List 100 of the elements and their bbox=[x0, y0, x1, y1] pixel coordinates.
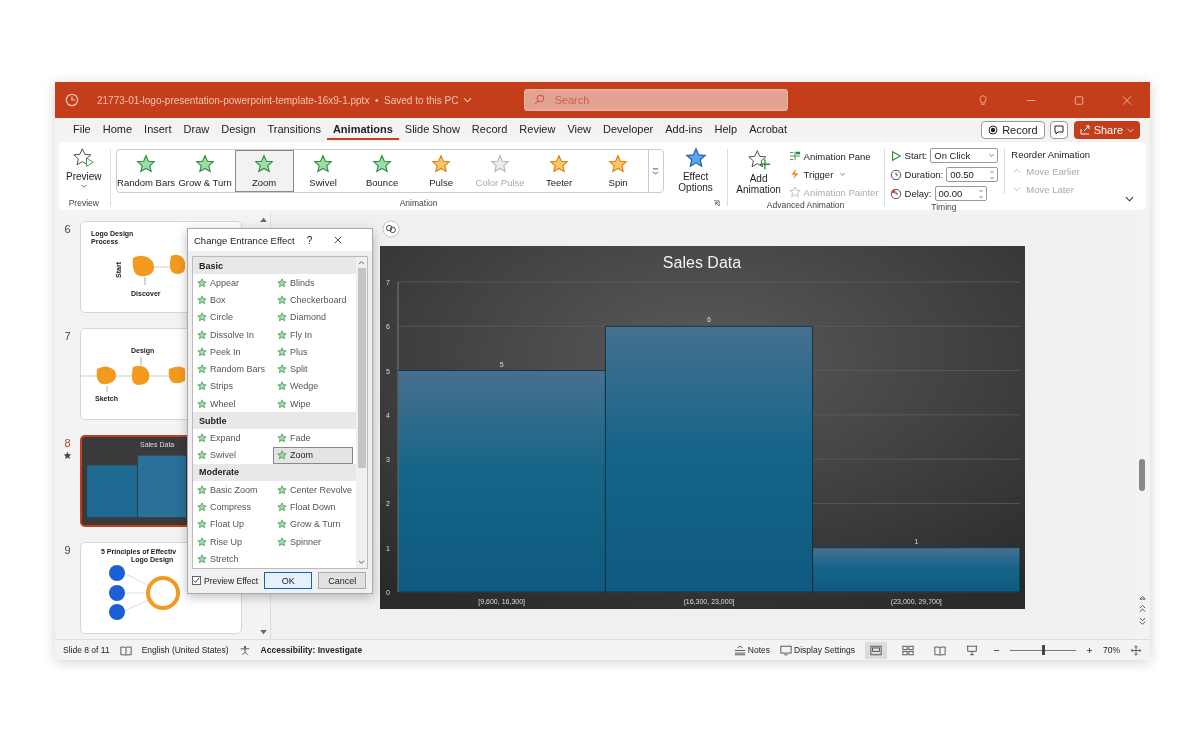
menu-tab[interactable]: Developer bbox=[597, 120, 660, 140]
scroll-up-icon[interactable] bbox=[358, 260, 365, 265]
menu-tab[interactable]: Animations bbox=[326, 120, 399, 140]
preview-button[interactable]: Preview bbox=[63, 145, 105, 191]
star-icon bbox=[548, 154, 571, 174]
animation-option[interactable]: Teeter bbox=[529, 150, 589, 192]
more-icon bbox=[652, 166, 660, 176]
menu-tab[interactable]: Add-ins bbox=[659, 120, 709, 140]
duration-spinner[interactable]: 00.50 bbox=[946, 167, 999, 182]
checkbox-icon bbox=[192, 576, 201, 585]
slide-navigation-icon[interactable] bbox=[1138, 593, 1147, 625]
fit-to-window-icon[interactable] bbox=[1130, 644, 1142, 656]
star-icon bbox=[607, 154, 630, 174]
star-icon bbox=[788, 186, 801, 198]
book-icon[interactable] bbox=[119, 644, 132, 656]
effect-item[interactable]: Center Revolve bbox=[273, 480, 353, 499]
animation-option[interactable]: Random Bars bbox=[116, 150, 176, 192]
lightbulb-icon[interactable] bbox=[978, 94, 988, 106]
animation-option[interactable]: Pulse bbox=[411, 150, 471, 192]
menu-tab[interactable]: File bbox=[67, 120, 97, 140]
star-icon bbox=[197, 277, 207, 288]
accessibility-icon[interactable] bbox=[238, 644, 251, 656]
effect-item[interactable]: Grow & Turn bbox=[273, 515, 353, 533]
dialog-launcher-icon[interactable] bbox=[712, 200, 720, 207]
menu-tab[interactable]: Acrobat bbox=[743, 120, 794, 140]
comment-button[interactable] bbox=[1049, 121, 1068, 139]
search-icon bbox=[534, 94, 546, 105]
collapse-ribbon-icon[interactable] bbox=[1125, 196, 1134, 202]
zoom-slider[interactable] bbox=[1010, 644, 1076, 656]
animation-option[interactable]: Bounce bbox=[352, 150, 412, 192]
notes-button[interactable]: Notes bbox=[733, 644, 771, 656]
animation-pane-icon bbox=[788, 150, 801, 162]
animation-option[interactable]: Swivel bbox=[293, 150, 353, 192]
scroll-up-icon[interactable] bbox=[259, 217, 267, 222]
scroll-thumb[interactable] bbox=[1139, 459, 1145, 491]
effect-item[interactable]: Diamond bbox=[273, 308, 353, 326]
effect-item[interactable]: Spinner bbox=[273, 532, 353, 551]
animation-option[interactable]: Spin bbox=[588, 150, 648, 192]
effect-item[interactable]: Split bbox=[273, 360, 353, 378]
animation-option[interactable]: Zoom bbox=[234, 150, 294, 192]
normal-view-button[interactable] bbox=[865, 641, 887, 659]
zoom-slider-thumb[interactable] bbox=[1042, 645, 1045, 655]
group-title: Reorder Animation bbox=[1011, 149, 1090, 160]
accessibility-status[interactable]: Accessibility: Investigate bbox=[260, 645, 363, 655]
menu-tab[interactable]: Design bbox=[215, 120, 262, 140]
effect-item[interactable]: Checkerboard bbox=[273, 291, 353, 309]
menu-tab[interactable]: Review bbox=[513, 120, 562, 140]
normal-view-icon bbox=[870, 644, 882, 656]
effect-item[interactable]: Fade bbox=[273, 429, 353, 447]
scroll-thumb[interactable] bbox=[357, 268, 366, 468]
ribbon-button[interactable]: Trigger bbox=[788, 166, 879, 182]
menu-tab[interactable]: Slide Show bbox=[398, 120, 466, 140]
scroll-down-icon[interactable] bbox=[358, 560, 365, 565]
menu-tab[interactable]: Draw bbox=[177, 120, 216, 140]
scrollbar[interactable] bbox=[356, 257, 367, 568]
effect-item[interactable]: Plus bbox=[273, 343, 353, 361]
zoom-in-icon[interactable] bbox=[1086, 646, 1093, 654]
star-icon bbox=[277, 536, 287, 547]
search-field[interactable]: Search bbox=[524, 89, 789, 111]
menu-tab[interactable]: Help bbox=[708, 120, 744, 140]
effect-item[interactable]: Float Down bbox=[273, 498, 353, 516]
section-header: Moderate bbox=[193, 463, 356, 481]
cancel-button[interactable]: Cancel bbox=[318, 572, 367, 589]
star-icon bbox=[277, 450, 287, 461]
effect-item[interactable]: Wedge bbox=[273, 377, 353, 396]
slide-number: 7 bbox=[64, 330, 71, 342]
slide-number: 8 bbox=[64, 437, 71, 449]
designer-icon[interactable] bbox=[382, 220, 400, 238]
menu-tab[interactable]: Record bbox=[465, 120, 514, 140]
help-button[interactable]: ? bbox=[306, 234, 313, 246]
ok-button[interactable]: OK bbox=[264, 572, 313, 589]
star-icon bbox=[197, 450, 207, 461]
caret-icon[interactable] bbox=[463, 97, 473, 103]
share-button[interactable]: Share bbox=[1073, 121, 1140, 139]
zoom-level[interactable]: 70% bbox=[1103, 645, 1120, 655]
effect-item[interactable]: Wipe bbox=[273, 395, 353, 413]
menu-tab[interactable]: Transitions bbox=[261, 120, 327, 140]
section-header: Basic bbox=[193, 257, 356, 274]
close-icon[interactable] bbox=[334, 236, 343, 244]
animation-option[interactable]: Grow & Turn bbox=[175, 150, 235, 192]
maximize-icon[interactable] bbox=[1074, 94, 1084, 106]
effect-options-button[interactable]: Effect Options bbox=[669, 145, 722, 195]
menu-tab[interactable]: Home bbox=[96, 120, 139, 140]
display-settings-button[interactable]: Display Settings bbox=[780, 644, 855, 656]
star-icon bbox=[312, 154, 335, 174]
star-icon bbox=[277, 433, 287, 443]
delay-spinner[interactable]: 00.00 bbox=[934, 186, 987, 201]
record-button[interactable]: Record bbox=[981, 121, 1045, 139]
menu-tab[interactable]: Insert bbox=[138, 120, 178, 140]
ribbon-button[interactable]: Animation Pane bbox=[788, 148, 879, 164]
star-icon bbox=[197, 381, 207, 392]
effect-item[interactable]: Fly In bbox=[273, 325, 353, 344]
add-animation-button[interactable]: Add Animation bbox=[732, 147, 785, 197]
star-icon bbox=[277, 484, 287, 495]
start-dropdown[interactable]: On Click bbox=[930, 148, 999, 163]
effect-item[interactable]: Blinds bbox=[273, 274, 353, 292]
menu-tab[interactable]: View bbox=[561, 120, 598, 140]
effect-item[interactable]: Zoom bbox=[273, 446, 353, 464]
scroll-down-icon[interactable] bbox=[259, 630, 267, 635]
language-indicator[interactable]: English (United States) bbox=[141, 645, 229, 655]
